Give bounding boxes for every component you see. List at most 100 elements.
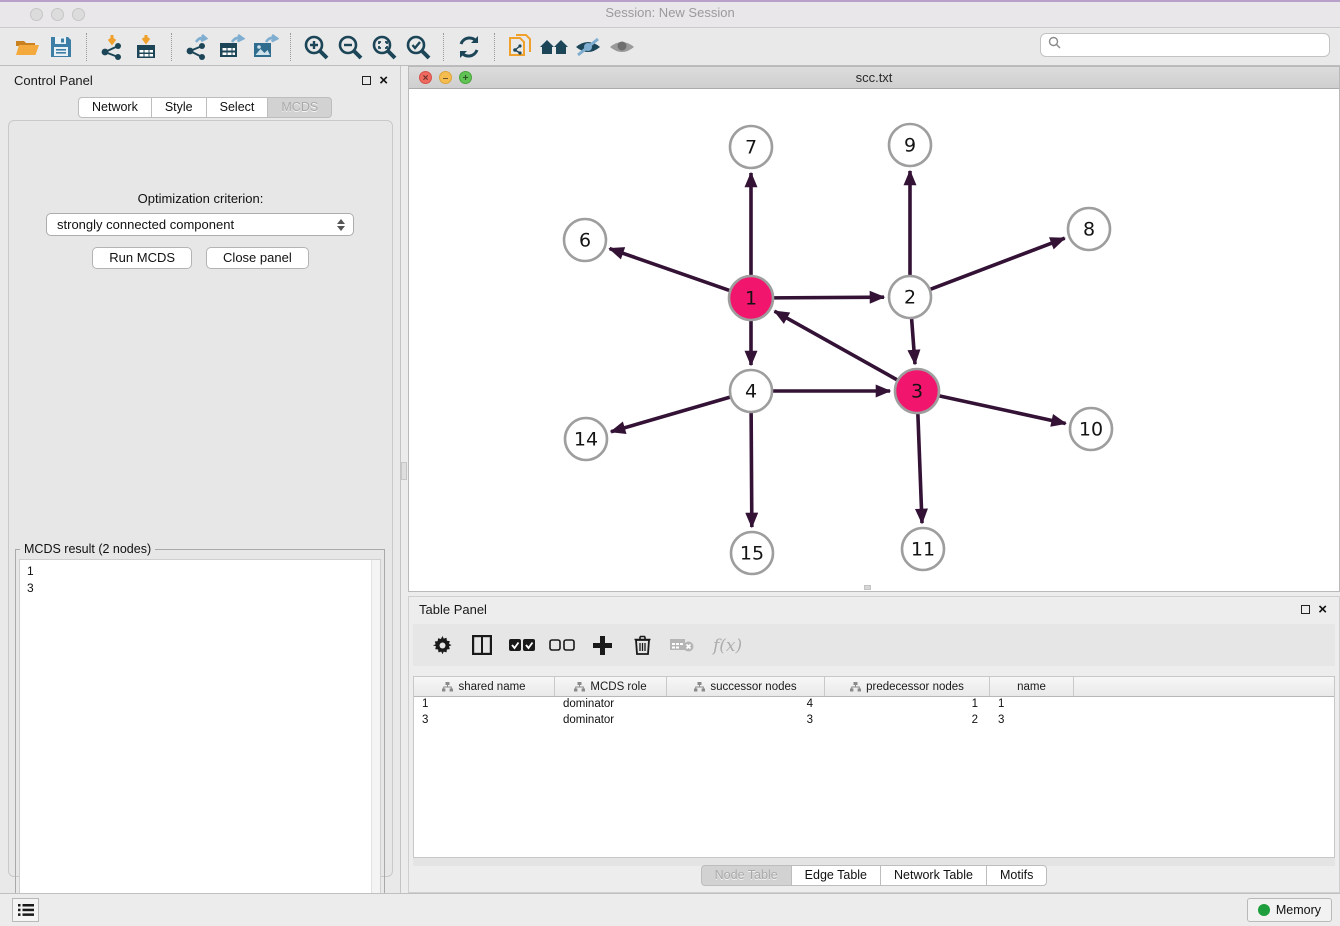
control-panel-header: Control Panel × [0, 66, 400, 94]
graph-node-label: 15 [740, 543, 764, 565]
table-row[interactable]: 3dominator323 [414, 713, 1334, 729]
task-history-button[interactable] [12, 898, 39, 922]
column-header-shared-name[interactable]: shared name [414, 677, 555, 696]
criterion-select[interactable]: strongly connected component [46, 213, 354, 236]
graph-edge-3-10[interactable] [938, 395, 1066, 423]
refresh-icon [456, 34, 482, 60]
column-header-predecessor-nodes[interactable]: predecessor nodes [825, 677, 990, 696]
gear-icon [433, 636, 452, 655]
network-from-selection-button[interactable] [503, 32, 537, 62]
zoom-out-button[interactable] [333, 32, 367, 62]
gear-button[interactable] [429, 632, 455, 658]
panel-splitter[interactable] [401, 462, 407, 480]
table-panel: Table Panel × f(x) shared nameMCDS roles… [408, 596, 1340, 893]
save-session-icon [49, 35, 73, 59]
network-window-title: scc.txt [409, 70, 1339, 85]
hide-selected-icon [574, 36, 602, 58]
hide-selected-button[interactable] [571, 32, 605, 62]
table-cell: 2 [825, 713, 990, 729]
attribute-type-icon [694, 682, 705, 692]
tab-mcds[interactable]: MCDS [268, 97, 332, 118]
show-all-button[interactable] [605, 32, 639, 62]
graph-node-label: 4 [745, 381, 757, 403]
network-canvas[interactable]: 7968124314101511 [409, 89, 1339, 591]
zoom-selected-button[interactable] [401, 32, 435, 62]
graph-node-label: 6 [579, 230, 591, 252]
split-columns-icon [472, 635, 492, 655]
close-panel-icon[interactable]: × [379, 76, 388, 85]
float-panel-icon[interactable] [362, 76, 371, 85]
import-network-button[interactable] [95, 32, 129, 62]
graph-edge-2-8[interactable] [929, 238, 1065, 290]
export-network-button[interactable] [180, 32, 214, 62]
mcds-result-fieldset: MCDS result (2 nodes) 1 3 [15, 549, 385, 925]
export-image-button[interactable] [248, 32, 282, 62]
mcds-result-list[interactable]: 1 3 [19, 559, 381, 921]
import-table-button[interactable] [129, 32, 163, 62]
memory-button[interactable]: Memory [1247, 898, 1332, 922]
search-field[interactable] [1040, 33, 1330, 57]
graph-edge-4-15[interactable] [751, 411, 752, 527]
graph-edge-1-6[interactable] [610, 249, 732, 291]
toolbar-separator [171, 33, 172, 61]
table-row[interactable]: 1dominator411 [414, 697, 1334, 713]
split-columns-button[interactable] [469, 632, 495, 658]
column-header-successor-nodes[interactable]: successor nodes [667, 677, 825, 696]
tab-node-table[interactable]: Node Table [701, 865, 792, 886]
network-view-window: × – + scc.txt 7968124314101511 [408, 66, 1340, 592]
node-table: shared nameMCDS rolesuccessor nodesprede… [413, 676, 1335, 858]
mcds-result-title: MCDS result (2 nodes) [20, 542, 155, 556]
network-window-titlebar[interactable]: × – + scc.txt [409, 67, 1339, 89]
column-header-name[interactable]: name [990, 677, 1074, 696]
home-icon [539, 35, 569, 59]
export-network-icon [184, 34, 210, 60]
table-header-row: shared nameMCDS rolesuccessor nodesprede… [414, 677, 1334, 697]
tab-network[interactable]: Network [78, 97, 152, 118]
table-cell: 1 [414, 697, 555, 713]
save-session-button[interactable] [44, 32, 78, 62]
table-cell: 3 [414, 713, 555, 729]
column-header-mcds-role[interactable]: MCDS role [555, 677, 667, 696]
tab-motifs[interactable]: Motifs [987, 865, 1047, 886]
refresh-button[interactable] [452, 32, 486, 62]
open-session-button[interactable] [10, 32, 44, 62]
search-input[interactable] [1066, 38, 1322, 52]
graph-edge-2-3[interactable] [911, 317, 915, 364]
delete-button[interactable] [629, 632, 655, 658]
toolbar-separator [443, 33, 444, 61]
home-button[interactable] [537, 32, 571, 62]
trash-icon [634, 635, 651, 655]
add-column-button[interactable] [589, 632, 615, 658]
attribute-type-icon [574, 682, 585, 692]
network-graph[interactable]: 7968124314101511 [409, 89, 1339, 591]
canvas-resize-handle[interactable] [864, 585, 871, 590]
tab-style[interactable]: Style [152, 97, 207, 118]
window-accent-line [0, 0, 1340, 2]
tab-network-table[interactable]: Network Table [881, 865, 987, 886]
zoom-fit-button[interactable] [367, 32, 401, 62]
deselect-all-button[interactable] [549, 632, 575, 658]
function-builder-button[interactable]: f(x) [709, 632, 749, 658]
delete-table-button[interactable] [669, 632, 695, 658]
graph-node-label: 9 [904, 135, 916, 157]
float-table-panel-icon[interactable] [1301, 605, 1310, 614]
tab-select[interactable]: Select [207, 97, 269, 118]
graph-edge-4-14[interactable] [611, 397, 732, 432]
list-icon [18, 903, 34, 917]
zoom-in-button[interactable] [299, 32, 333, 62]
delete-table-icon [670, 637, 694, 653]
run-mcds-button[interactable]: Run MCDS [92, 247, 192, 269]
select-all-button[interactable] [509, 632, 535, 658]
tab-edge-table[interactable]: Edge Table [792, 865, 881, 886]
graph-edge-3-11[interactable] [918, 412, 922, 523]
graph-edge-3-1[interactable] [775, 311, 899, 381]
memory-status-icon [1258, 904, 1270, 916]
close-table-panel-icon[interactable]: × [1318, 605, 1327, 614]
control-panel: Control Panel × NetworkStyleSelectMCDS O… [0, 66, 401, 893]
open-session-icon [14, 35, 40, 59]
export-table-button[interactable] [214, 32, 248, 62]
result-scrollbar[interactable] [371, 560, 380, 920]
close-panel-button[interactable]: Close panel [206, 247, 309, 269]
graph-edge-1-2[interactable] [772, 297, 884, 298]
criterion-value: strongly connected component [57, 217, 337, 232]
